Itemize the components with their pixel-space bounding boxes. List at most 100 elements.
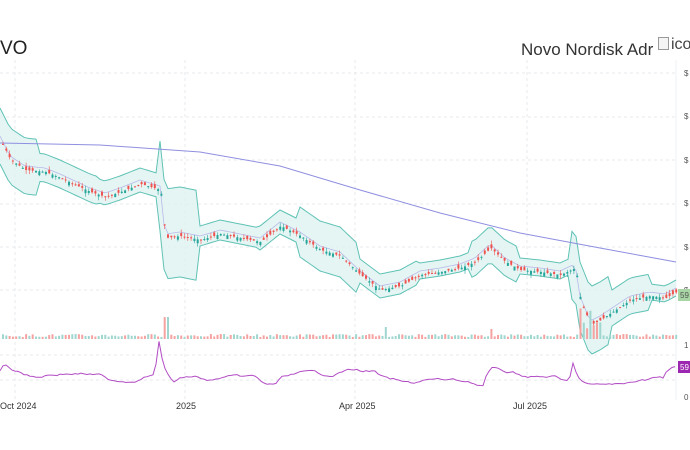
volume-bar [662,334,664,339]
candle-body [361,272,364,277]
volume-bar [176,335,179,339]
volume-bar [556,334,559,339]
volume-bar [223,334,226,339]
volume-bar [35,336,37,339]
volume-bar [447,334,450,339]
candle-body [18,163,21,166]
volume-bar [490,329,493,339]
candle-body [516,266,519,269]
volume-bar [41,336,44,339]
volume-bar [645,334,648,339]
volume-bar [566,336,569,339]
volume-bar [186,335,189,339]
volume-bar [381,335,384,339]
volume-bar [219,334,222,339]
candle-body [153,184,156,189]
volume-bar [553,336,556,339]
volume-bar [328,336,331,339]
candle-body [170,235,173,238]
candle-body [579,296,582,300]
volume-bar [431,334,433,339]
candle-body [605,316,608,318]
volume-bar [665,335,668,339]
candle-body [137,184,140,186]
rsi-value-label: 59 [678,361,690,373]
volume-bar [322,335,325,339]
candle-body [71,183,74,185]
volume-bar [213,336,216,339]
volume-bar [417,334,420,339]
volume-bar [602,335,605,339]
volume-bar [160,336,163,339]
volume-bar [460,335,463,339]
candle-body [417,275,420,277]
volume-bar [134,335,136,339]
candle-body [81,186,84,188]
candle-body [262,237,265,240]
candle-body [635,298,638,300]
candle-body [302,237,305,239]
candle-body [421,274,424,277]
volume-bar [671,335,674,339]
volume-bar [520,334,523,339]
volume-bar [190,335,193,339]
stock-chart[interactable]: $$$$$$ 59 59 1 0 Oct 2024 2025 Apr 2025 … [0,0,690,450]
candle-body [338,254,341,256]
candle-body [226,235,229,239]
candle-body [97,194,100,197]
volume-bar [543,334,546,339]
candle-body [556,274,559,279]
volume-bar [391,336,394,339]
candle-body [625,302,628,306]
volume-bar [655,335,658,339]
candle-body [434,272,437,274]
candle-body [493,249,496,252]
candle-body [233,234,235,237]
volume-bar [332,334,334,339]
volume-bar [454,335,457,339]
candle-body [642,294,645,298]
candle-body [671,290,674,295]
last-price-label: 59 [678,289,690,301]
candle-body [295,231,298,234]
candle-body [275,229,278,231]
candle-body [242,237,245,239]
candle-body [200,239,202,241]
candle-body [497,252,499,255]
candle-body [427,271,430,274]
volume-bar [147,334,150,339]
candle-body [269,230,272,235]
candle-body [447,268,450,271]
volume-bar [605,336,608,339]
volume-bar [315,336,318,339]
candle-body [398,282,400,287]
candle-body [609,313,612,317]
candle-body [335,252,338,255]
volume-bar [355,334,358,339]
candle-body [632,299,635,302]
volume-bar [629,334,631,339]
candle-body [549,273,552,276]
volume-bar [450,336,453,339]
volume-bar [536,335,539,339]
candle-body [193,238,196,241]
volume-bar [285,335,288,339]
candle-body [450,269,453,272]
candle-body [355,270,358,272]
candle-body [645,296,648,301]
candle-body [437,272,440,275]
candle-body [289,230,292,233]
candle-body [272,230,275,232]
candle-body [378,288,381,290]
candle-body [374,286,377,291]
candle-body [25,166,28,171]
candle-body [351,267,354,269]
volume-bar [404,335,407,339]
volume-bar [200,336,202,339]
candle-body [358,269,361,274]
volume-bar [444,334,447,339]
volume-bar [549,336,552,339]
volume-bar [625,334,628,339]
candle-body [54,175,57,177]
volume-bar [157,336,160,339]
